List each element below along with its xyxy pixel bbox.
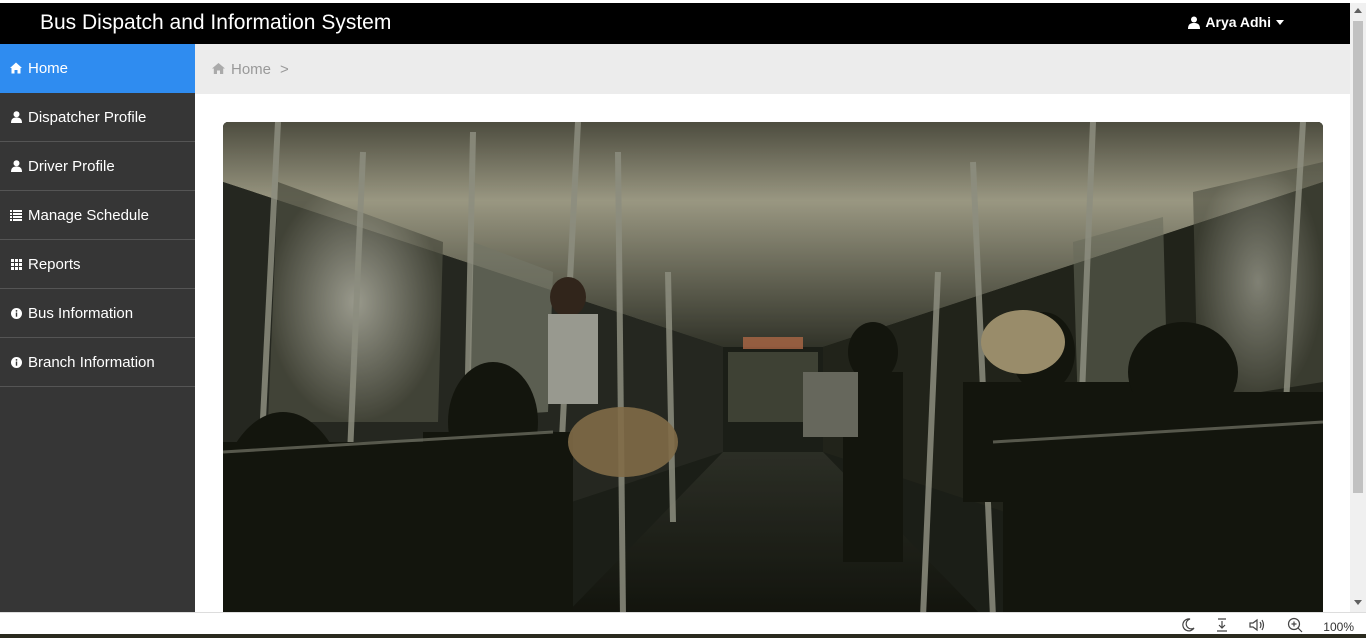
sidebar-item-label: Branch Information (28, 353, 155, 371)
info-icon (10, 356, 22, 368)
user-menu[interactable]: Arya Adhi (1188, 14, 1284, 30)
sidebar-item-label: Home (28, 59, 69, 77)
info-icon (10, 307, 22, 319)
user-icon (10, 111, 22, 123)
caret-down-icon (1276, 19, 1284, 25)
user-icon (1188, 16, 1201, 29)
breadcrumb: Home > (195, 44, 1350, 94)
user-icon (10, 160, 22, 172)
breadcrumb-separator: > (280, 60, 289, 78)
home-icon (212, 61, 225, 78)
moon-icon[interactable] (1181, 618, 1195, 635)
top-navbar: Bus Dispatch and Information System Arya… (0, 3, 1350, 44)
sidebar-item-manage-schedule[interactable]: Manage Schedule (0, 191, 195, 240)
sidebar-item-label: Driver Profile (28, 157, 115, 175)
sidebar-item-reports[interactable]: Reports (0, 240, 195, 289)
sidebar-item-branch-information[interactable]: Branch Information (0, 338, 195, 387)
sidebar-item-label: Manage Schedule (28, 206, 149, 224)
sidebar-item-home[interactable]: Home (0, 44, 195, 93)
sidebar-item-bus-information[interactable]: Bus Information (0, 289, 195, 338)
grid-icon (10, 258, 22, 270)
list-icon (10, 209, 22, 221)
hero-image-bus-interior (223, 122, 1323, 617)
zoom-level[interactable]: 100% (1323, 620, 1354, 634)
sidebar: Home Dispatcher Profile Driver Profile M… (0, 44, 195, 612)
user-name: Arya Adhi (1205, 14, 1271, 30)
home-icon (10, 62, 22, 74)
breadcrumb-home-link[interactable]: Home (231, 61, 271, 78)
app-title[interactable]: Bus Dispatch and Information System (40, 11, 391, 35)
download-icon[interactable] (1215, 618, 1229, 635)
sidebar-item-label: Dispatcher Profile (28, 108, 147, 126)
sidebar-item-driver-profile[interactable]: Driver Profile (0, 142, 195, 191)
page-scrollbar[interactable] (1350, 3, 1366, 612)
main-content (195, 94, 1350, 617)
scroll-up-arrow-icon[interactable] (1354, 8, 1362, 13)
sidebar-item-label: Reports (28, 255, 81, 273)
scroll-thumb[interactable] (1353, 21, 1363, 493)
speaker-icon[interactable] (1249, 618, 1267, 635)
sidebar-item-dispatcher-profile[interactable]: Dispatcher Profile (0, 93, 195, 142)
taskbar-edge (0, 634, 1366, 638)
sidebar-item-label: Bus Information (28, 304, 134, 322)
scroll-down-arrow-icon[interactable] (1354, 600, 1362, 605)
